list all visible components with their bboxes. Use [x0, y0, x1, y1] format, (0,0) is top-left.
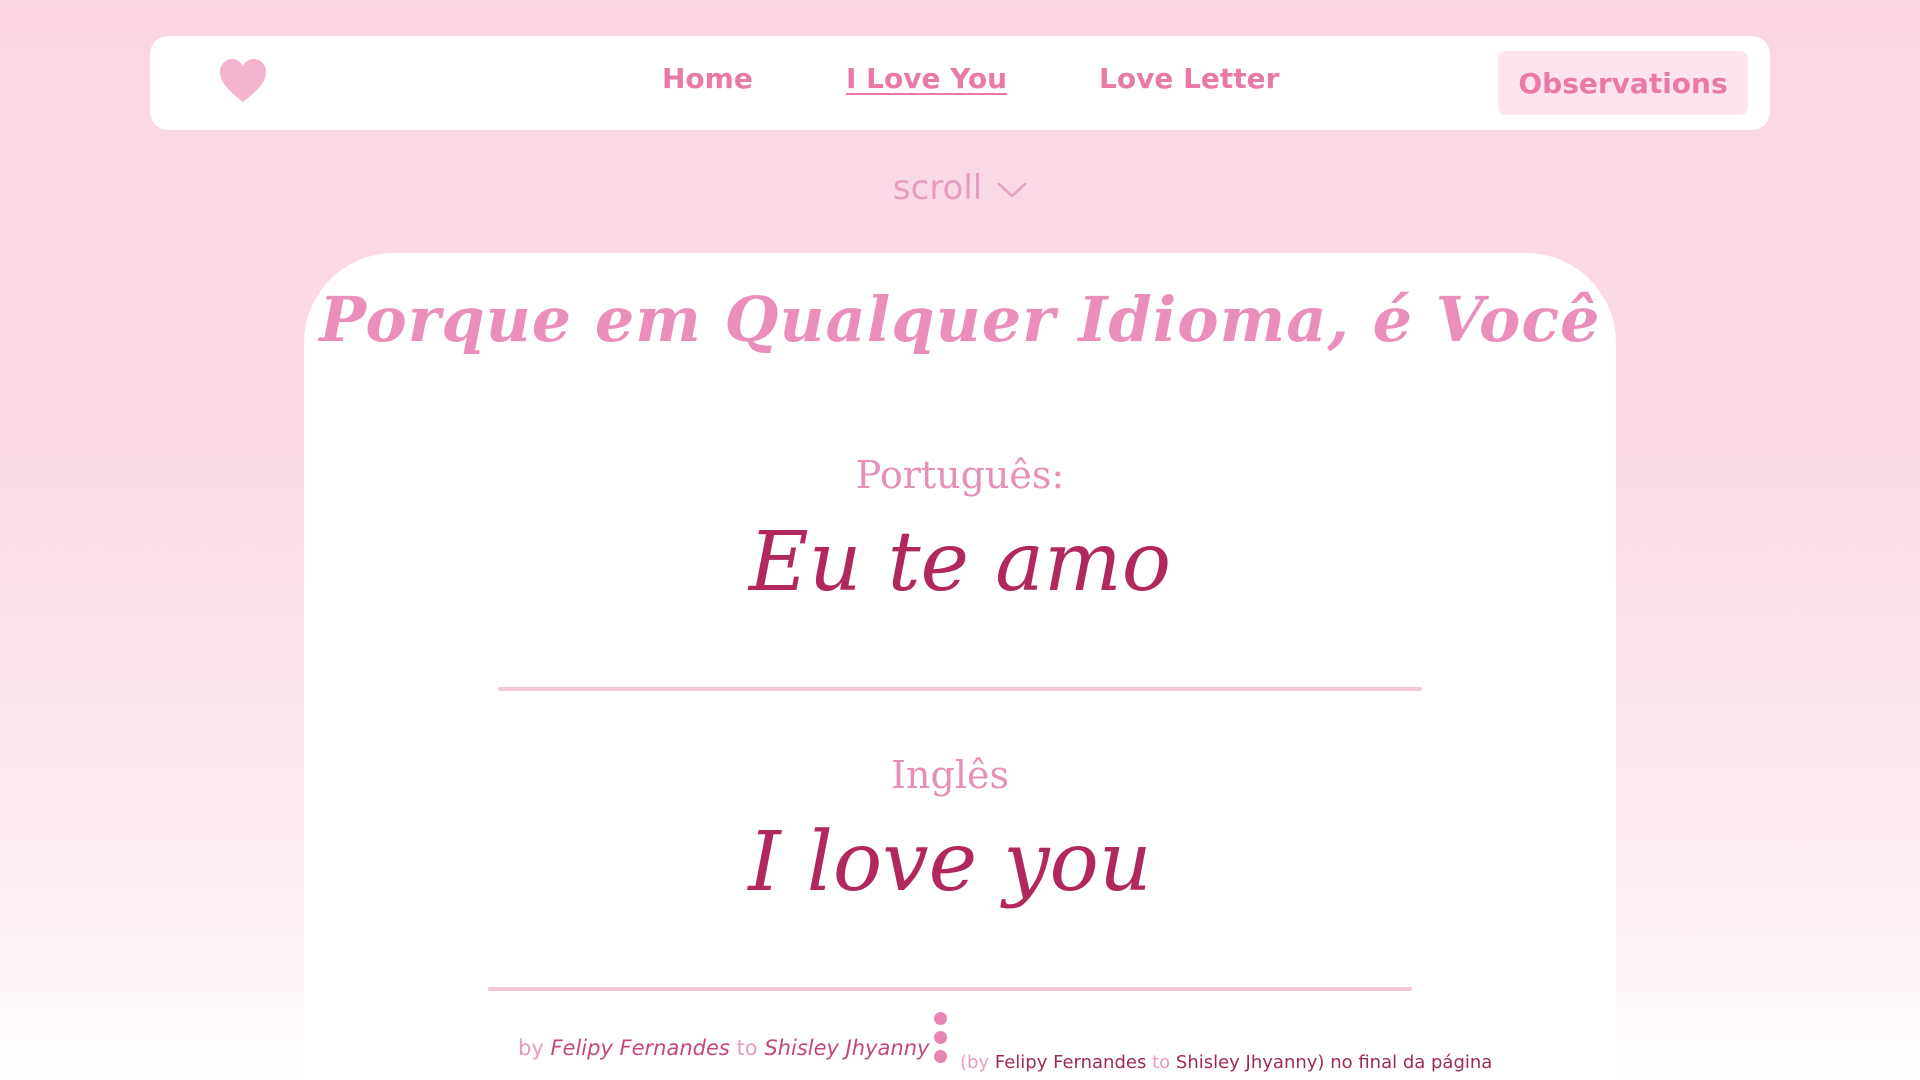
credit-to: to — [736, 1036, 758, 1060]
language-label-portuguese: Português: — [855, 453, 1065, 497]
credit-open: (by — [960, 1052, 990, 1073]
scroll-hint[interactable]: scroll — [0, 168, 1920, 208]
nav-link-love-letter[interactable]: Love Letter — [1099, 62, 1279, 95]
credit-recipient: Shisley Jhyanny — [764, 1036, 930, 1060]
chevron-down-icon — [993, 168, 1027, 208]
credit-author: Felipy Fernandes — [994, 1052, 1147, 1073]
phrase-english: I love you — [748, 815, 1152, 910]
divider — [498, 687, 1422, 691]
credit-left: by Felipy Fernandes to Shisley Jhyanny — [518, 1036, 929, 1060]
top-navbar: Home I Love You Love Letter Observations — [150, 36, 1770, 130]
divider — [488, 987, 1412, 991]
credit-author: Felipy Fernandes — [550, 1036, 730, 1060]
credit-tail: no final da página — [1330, 1052, 1493, 1073]
vertical-dots-icon[interactable] — [934, 1012, 948, 1066]
credit-right: (by Felipy Fernandes to Shisley Jhyanny)… — [960, 1052, 1492, 1073]
dot — [934, 1031, 947, 1044]
love-languages-card: Porque em Qualquer Idioma, é Você Portug… — [304, 253, 1616, 1080]
dot — [934, 1050, 947, 1063]
nav-link-i-love-you[interactable]: I Love You — [846, 62, 1007, 95]
observations-button[interactable]: Observations — [1498, 51, 1748, 115]
card-title: Porque em Qualquer Idioma, é Você — [319, 283, 1601, 356]
scroll-label: scroll — [892, 168, 983, 208]
credit-to: to — [1152, 1052, 1171, 1073]
language-label-english: Inglês — [891, 753, 1009, 797]
credit-recipient: Shisley Jhyanny) — [1175, 1052, 1325, 1073]
credit-by: by — [518, 1036, 544, 1060]
phrase-portuguese: Eu te amo — [748, 515, 1172, 610]
nav-link-home[interactable]: Home — [662, 62, 753, 95]
dot — [934, 1012, 947, 1025]
